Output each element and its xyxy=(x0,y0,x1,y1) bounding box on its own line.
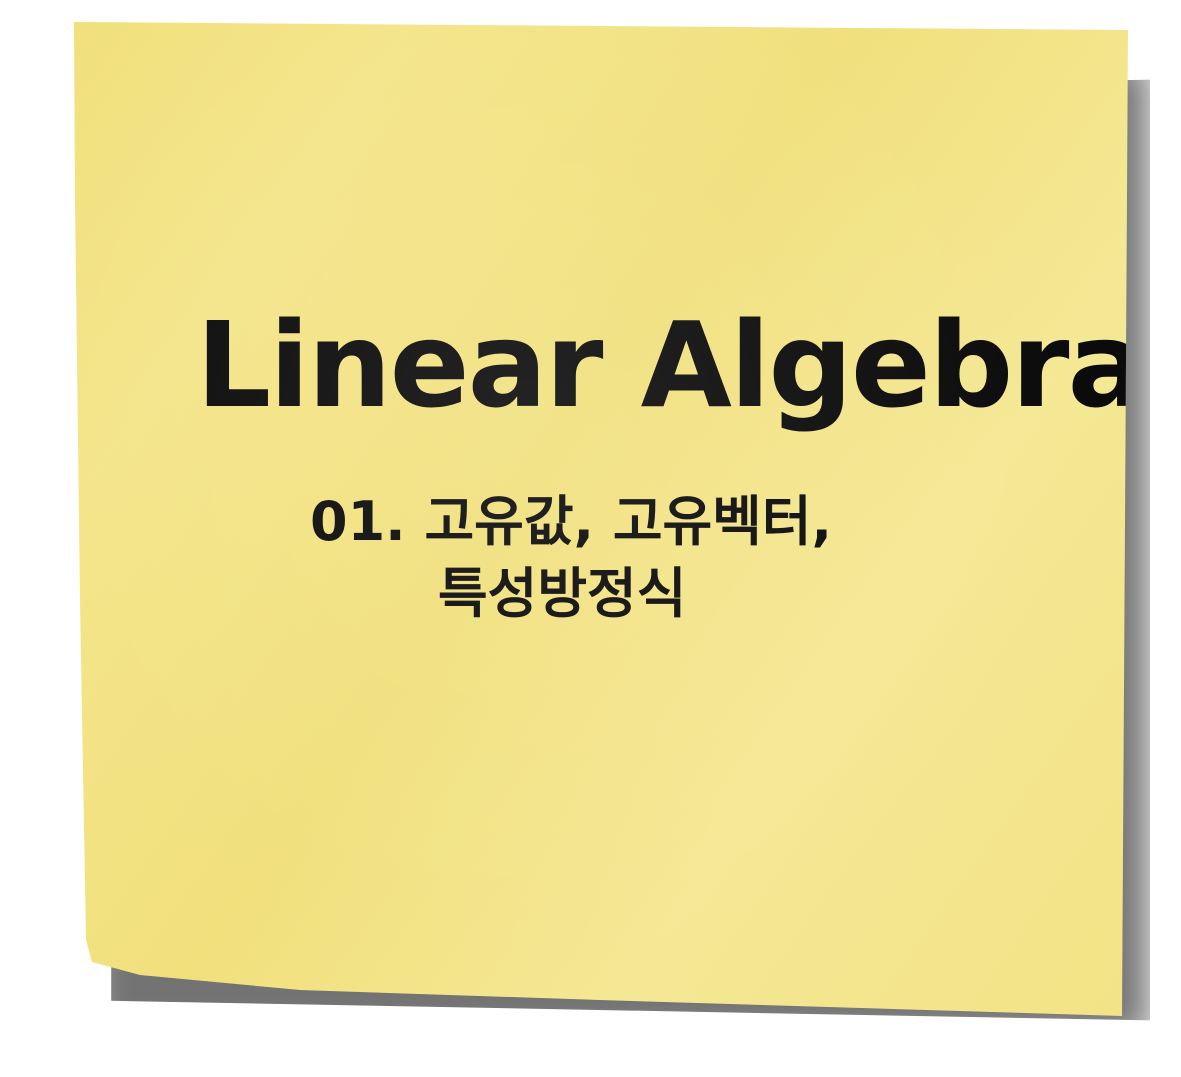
sticky-note-canvas: Linear Algebra 01. 고유값, 고유벡터, 특성방정식 xyxy=(0,0,1181,1077)
sticky-note: Linear Algebra 01. 고유값, 고유벡터, 특성방정식 xyxy=(74,22,1146,1016)
note-title: Linear Algebra xyxy=(196,296,1146,434)
note-subtitle-line-1: 01. 고유값, 고유벡터, xyxy=(310,490,833,553)
note-subtitle: 01. 고유값, 고유벡터, 특성방정식 xyxy=(310,486,1030,630)
note-subtitle-line-2: 특성방정식 xyxy=(438,562,687,625)
